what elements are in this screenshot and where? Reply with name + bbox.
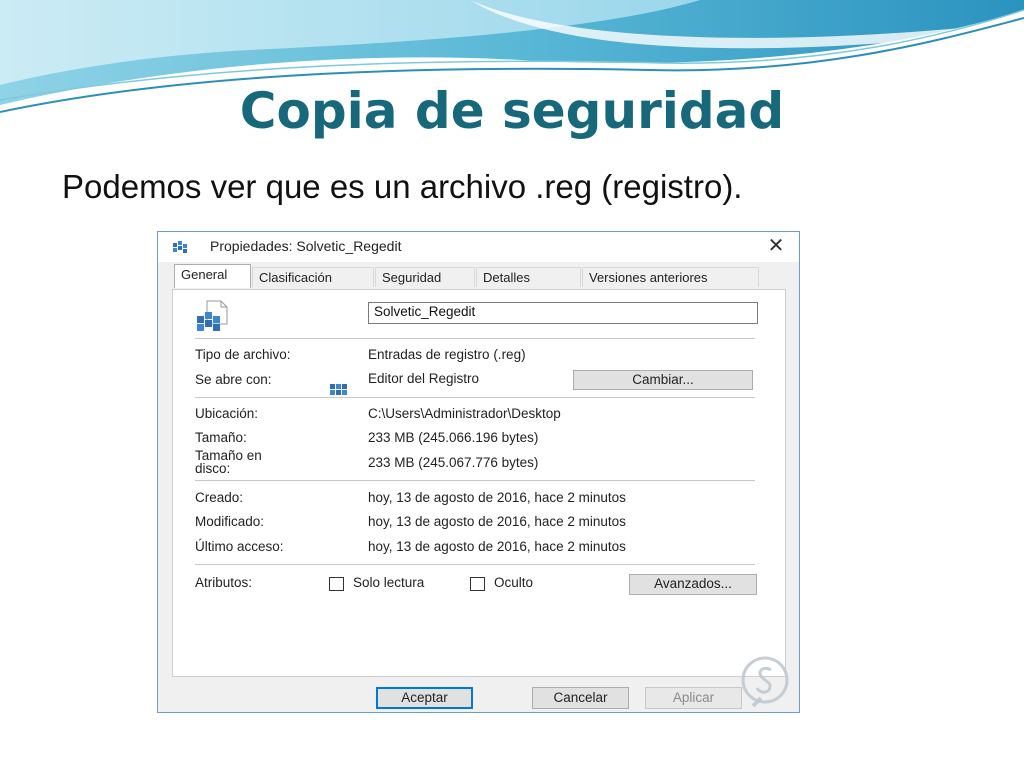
file-name-input[interactable]: Solvetic_Regedit bbox=[368, 302, 758, 324]
file-type-label: Tipo de archivo: bbox=[195, 347, 291, 362]
close-icon[interactable]: ✕ bbox=[763, 234, 789, 258]
properties-dialog: Propiedades: Solvetic_Regedit ✕ General … bbox=[157, 231, 800, 713]
created-label: Creado: bbox=[195, 490, 244, 505]
size-on-disk-value: 233 MB (245.067.776 bytes) bbox=[368, 455, 539, 470]
divider bbox=[195, 480, 755, 481]
hidden-checkbox[interactable] bbox=[470, 577, 485, 591]
attributes-label: Atributos: bbox=[195, 575, 253, 590]
size-label: Tamaño: bbox=[195, 430, 247, 445]
tab-detalles[interactable]: Detalles bbox=[476, 267, 581, 287]
slide-title: Copia de seguridad bbox=[239, 82, 785, 140]
size-value: 233 MB (245.066.196 bytes) bbox=[368, 430, 539, 445]
slide-subtitle: Podemos ver que es un archivo .reg (regi… bbox=[62, 168, 743, 205]
cancel-button[interactable]: Cancelar bbox=[532, 687, 629, 709]
modified-label: Modificado: bbox=[195, 514, 265, 529]
readonly-label[interactable]: Solo lectura bbox=[353, 575, 424, 590]
registry-file-icon bbox=[173, 241, 187, 253]
advanced-button[interactable]: Avanzados... bbox=[629, 574, 757, 595]
size-on-disk-label: Tamaño en disco: bbox=[195, 449, 262, 476]
location-label: Ubicación: bbox=[195, 406, 259, 421]
hidden-label[interactable]: Oculto bbox=[494, 575, 533, 590]
size-on-disk-label-line2: disco: bbox=[195, 461, 231, 476]
divider bbox=[195, 564, 755, 565]
tab-versiones-anteriores[interactable]: Versiones anteriores bbox=[582, 267, 759, 287]
change-button[interactable]: Cambiar... bbox=[573, 370, 753, 390]
dialog-footer: Aceptar Cancelar Aplicar bbox=[158, 682, 799, 712]
created-value: hoy, 13 de agosto de 2016, hace 2 minuto… bbox=[368, 490, 626, 505]
apply-button[interactable]: Aplicar bbox=[645, 687, 742, 709]
accessed-value: hoy, 13 de agosto de 2016, hace 2 minuto… bbox=[368, 539, 626, 554]
tab-general[interactable]: General bbox=[174, 264, 251, 288]
divider bbox=[195, 338, 755, 339]
watermark-logo bbox=[741, 656, 789, 708]
dialog-titlebar[interactable]: Propiedades: Solvetic_Regedit ✕ bbox=[158, 232, 799, 262]
accessed-label: Último acceso: bbox=[195, 539, 284, 554]
general-tab-panel: Solvetic_Regedit Tipo de archivo: Entrad… bbox=[172, 289, 786, 677]
tab-seguridad[interactable]: Seguridad bbox=[375, 267, 475, 287]
tab-clasificacion[interactable]: Clasificación bbox=[252, 267, 374, 287]
readonly-checkbox[interactable] bbox=[329, 577, 344, 591]
modified-value: hoy, 13 de agosto de 2016, hace 2 minuto… bbox=[368, 514, 626, 529]
divider bbox=[195, 397, 755, 398]
reg-file-icon bbox=[197, 300, 228, 331]
file-type-value: Entradas de registro (.reg) bbox=[368, 347, 526, 362]
location-value: C:\Users\Administrador\Desktop bbox=[368, 406, 561, 421]
opens-with-label: Se abre con: bbox=[195, 372, 272, 387]
dialog-title: Propiedades: Solvetic_Regedit bbox=[210, 238, 402, 254]
ok-button[interactable]: Aceptar bbox=[376, 687, 473, 709]
opens-with-value: Editor del Registro bbox=[368, 371, 480, 386]
